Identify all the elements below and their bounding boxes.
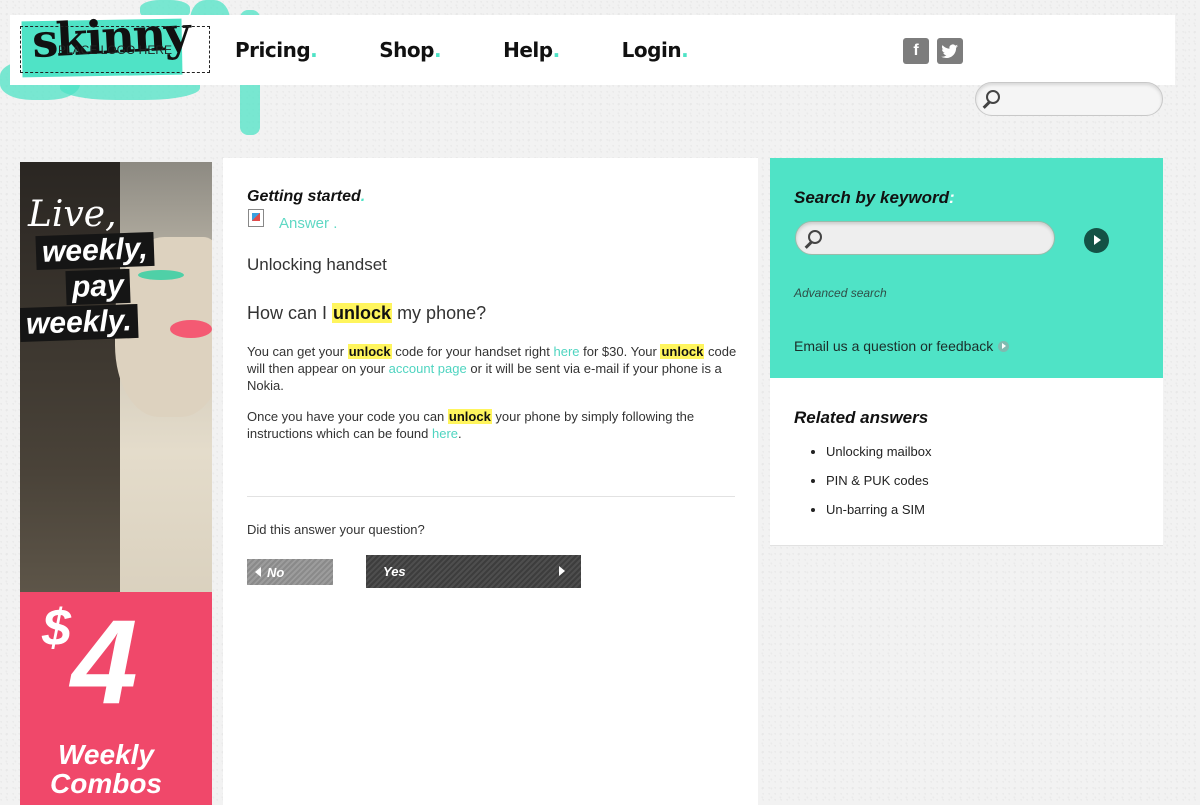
topic-heading: Unlocking handset (247, 255, 387, 274)
nav-pricing[interactable]: Pricing. (235, 38, 318, 62)
twitter-bird-icon (941, 44, 958, 58)
highlight: unlock (447, 409, 492, 424)
chevron-left-icon (255, 567, 261, 577)
feedback-question: Did this answer your question? (247, 522, 425, 537)
related-answers-list: Unlocking mailbox PIN & PUK codes Un-bar… (826, 444, 932, 531)
yes-button[interactable]: Yes (366, 555, 581, 588)
email-feedback-link[interactable]: Email us a question or feedback (794, 338, 1010, 354)
banner-live-text: Live, (28, 194, 117, 235)
nav-shop[interactable]: Shop. (379, 38, 441, 62)
nav-dot: . (310, 38, 318, 62)
highlight: unlock (347, 344, 392, 359)
banner-price: $4 (42, 602, 138, 722)
answer-link[interactable]: Answer . (279, 215, 337, 232)
related-answers-title: Related answers (794, 408, 929, 427)
question-pre: How can I (247, 303, 333, 323)
divider (247, 496, 735, 497)
keyword-title-suffix: : (948, 188, 955, 207)
instructions-here-link[interactable]: here (432, 426, 458, 441)
keyword-search-input[interactable] (795, 221, 1055, 255)
banner-price-value: 4 (70, 595, 138, 729)
twitter-icon[interactable] (937, 38, 963, 64)
yes-button-label: Yes (383, 564, 406, 579)
text: Once you have your code you can (247, 409, 448, 424)
answer-dot: . (333, 215, 338, 232)
banner-image-eye (138, 270, 184, 280)
search-submit-button[interactable] (1084, 228, 1109, 253)
question-heading: How can I unlock my phone? (247, 303, 486, 324)
nav-dot: . (433, 38, 442, 62)
logo-placeholder: PLACE LOGO HERE (20, 26, 210, 73)
facebook-icon[interactable]: f (903, 38, 929, 64)
search-icon (986, 90, 1000, 104)
title-dot: . (360, 188, 366, 205)
no-button-label: No (267, 564, 285, 580)
question-highlight: unlock (332, 303, 393, 323)
promo-banner[interactable]: Live, weekly, pay weekly. $4 Weekly Comb… (20, 162, 212, 805)
advanced-search-link[interactable]: Advanced search (794, 286, 887, 300)
social-links: f (903, 38, 963, 64)
text: . (458, 426, 462, 441)
answer-link-text: Answer (279, 215, 330, 232)
answer-card: Getting started. Answer . Unlocking hand… (223, 158, 758, 805)
answer-paragraph-2: Once you have your code you can unlock y… (247, 408, 739, 442)
broken-image-icon (248, 209, 264, 227)
main-nav: Pricing. Shop. Help. Login. (235, 38, 750, 62)
banner-weekly-text: weekly, (35, 231, 155, 271)
here-link[interactable]: here (554, 344, 580, 359)
nav-login-label: Login (621, 38, 682, 62)
nav-help[interactable]: Help. (503, 38, 560, 62)
related-item-unlocking-mailbox[interactable]: Unlocking mailbox (826, 444, 932, 459)
text: for $30. Your (579, 344, 661, 359)
chevron-right-icon (559, 566, 565, 576)
banner-image-lips (170, 320, 212, 338)
banner-combos-text: Weekly Combos (50, 740, 162, 799)
nav-help-label: Help (503, 38, 553, 62)
related-answers: Related answers Unlocking mailbox PIN & … (770, 378, 1163, 546)
banner-line1: Weekly (58, 739, 154, 770)
question-post: my phone? (392, 303, 487, 323)
keyword-search-panel: Search by keyword: Advanced search Email… (770, 158, 1163, 378)
related-item-unbarring-sim[interactable]: Un-barring a SIM (826, 502, 932, 517)
related-item-pin-puk[interactable]: PIN & PUK codes (826, 473, 932, 488)
header-search-input[interactable] (975, 82, 1163, 116)
arrow-right-icon (998, 340, 1010, 352)
text: You can get your (247, 344, 348, 359)
text: code for your handset right (391, 344, 554, 359)
nav-dot: . (681, 38, 689, 62)
answer-paragraph-1: You can get your unlock code for your ha… (247, 343, 739, 394)
nav-pricing-label: Pricing (235, 38, 311, 62)
section-title-text: Getting started (247, 188, 361, 205)
email-feedback-label: Email us a question or feedback (794, 338, 994, 354)
nav-login[interactable]: Login. (622, 38, 689, 62)
highlight: unlock (660, 344, 705, 359)
no-button[interactable]: No (247, 559, 333, 585)
banner-line2: Combos (50, 768, 162, 800)
account-page-link[interactable]: account page (389, 361, 467, 376)
banner-currency: $ (42, 599, 71, 657)
nav-dot: . (552, 38, 561, 62)
keyword-search-title: Search by keyword: (794, 188, 955, 208)
banner-pay-text: pay (65, 268, 131, 306)
banner-weekly2-text: weekly. (20, 303, 139, 343)
search-icon (808, 230, 822, 244)
keyword-title-text: Search by keyword (794, 188, 949, 207)
section-title: Getting started. (247, 188, 365, 206)
nav-shop-label: Shop (379, 38, 434, 62)
